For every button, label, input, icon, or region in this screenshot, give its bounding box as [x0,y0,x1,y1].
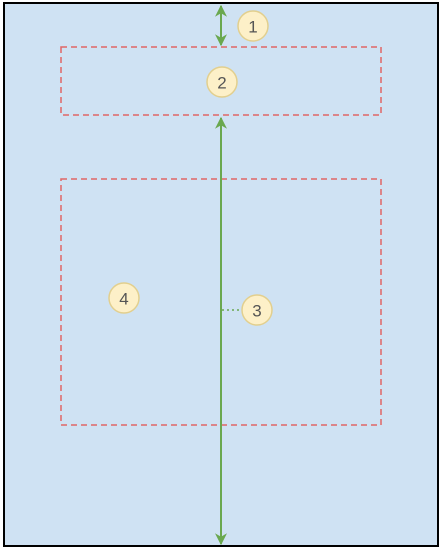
badge-3: 3 [241,294,273,326]
badge-1-label: 1 [248,18,257,37]
badge-2-label: 2 [217,74,226,93]
badge-3-label: 3 [252,302,261,321]
badge-4: 4 [108,282,140,314]
badge-1: 1 [237,10,269,42]
badge-4-label: 4 [119,290,128,309]
badge-2: 2 [206,66,238,98]
layout-diagram: 1 2 3 4 [3,2,439,547]
